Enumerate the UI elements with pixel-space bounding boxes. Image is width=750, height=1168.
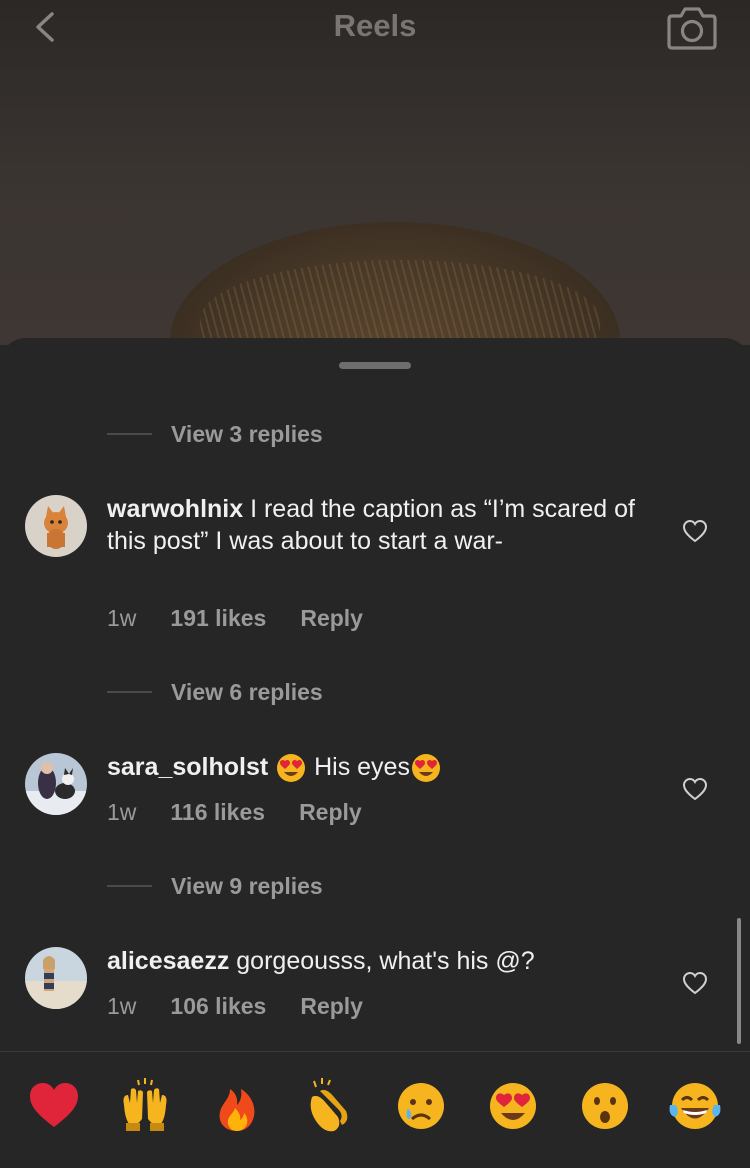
comments-sheet: View 3 replies warwohlnix I read the cap… — [0, 338, 750, 1168]
reply-button[interactable]: Reply — [300, 993, 363, 1020]
heart-eyes-face-icon[interactable] — [484, 1075, 542, 1137]
comment-text: warwohlnix I read the caption as “I’m sc… — [107, 495, 636, 555]
reply-button[interactable]: Reply — [299, 799, 362, 826]
like-heart-icon[interactable] — [682, 519, 708, 543]
heart-eyes-emoji-icon — [277, 754, 306, 783]
view-replies-button[interactable]: View 9 replies — [107, 871, 323, 901]
comment-username[interactable]: alicesaezz — [107, 947, 229, 975]
surprised-face-icon[interactable] — [576, 1075, 634, 1137]
comment-time: 1w — [107, 799, 137, 825]
raising-hands-icon[interactable] — [116, 1075, 174, 1137]
comment-text: alicesaezz gorgeousss, what's his @? — [107, 947, 535, 975]
avatar[interactable] — [25, 947, 87, 1009]
top-bar: Reels — [0, 0, 750, 60]
like-heart-icon[interactable] — [682, 777, 708, 801]
sheet-drag-handle[interactable] — [339, 362, 411, 369]
comment-likes[interactable]: 116 likes — [170, 799, 265, 826]
avatar[interactable] — [25, 753, 87, 815]
fire-icon[interactable] — [208, 1075, 266, 1137]
comment-text: sara_solholst His eyes — [107, 751, 647, 784]
red-heart-icon[interactable] — [25, 1075, 83, 1137]
clapping-hands-icon[interactable] — [300, 1075, 358, 1137]
comment-likes[interactable]: 106 likes — [170, 993, 266, 1020]
comment-meta: 1w 191 likes Reply — [107, 605, 363, 632]
comment-meta: 1w 106 likes Reply — [107, 993, 363, 1020]
view-replies-button[interactable]: View 6 replies — [107, 677, 323, 707]
scrollbar[interactable] — [737, 918, 741, 1044]
comment-time: 1w — [107, 993, 137, 1019]
comment-time: 1w — [107, 605, 137, 631]
tears-of-joy-icon[interactable] — [666, 1075, 724, 1137]
view-replies-button[interactable]: View 3 replies — [107, 419, 323, 449]
page-title: Reels — [333, 8, 417, 43]
comment-likes[interactable]: 191 likes — [170, 605, 266, 632]
comment-username[interactable]: warwohlnix — [107, 495, 243, 523]
reply-button[interactable]: Reply — [300, 605, 363, 632]
camera-icon[interactable] — [666, 4, 718, 50]
like-heart-icon[interactable] — [682, 971, 708, 995]
avatar[interactable] — [25, 495, 87, 557]
comment-meta: 1w 116 likes Reply — [107, 799, 362, 826]
crying-face-icon[interactable] — [392, 1075, 450, 1137]
quick-reactions-bar — [0, 1075, 750, 1141]
divider — [0, 1051, 750, 1052]
comment-username[interactable]: sara_solholst — [107, 753, 268, 781]
heart-eyes-emoji-icon — [411, 754, 440, 783]
